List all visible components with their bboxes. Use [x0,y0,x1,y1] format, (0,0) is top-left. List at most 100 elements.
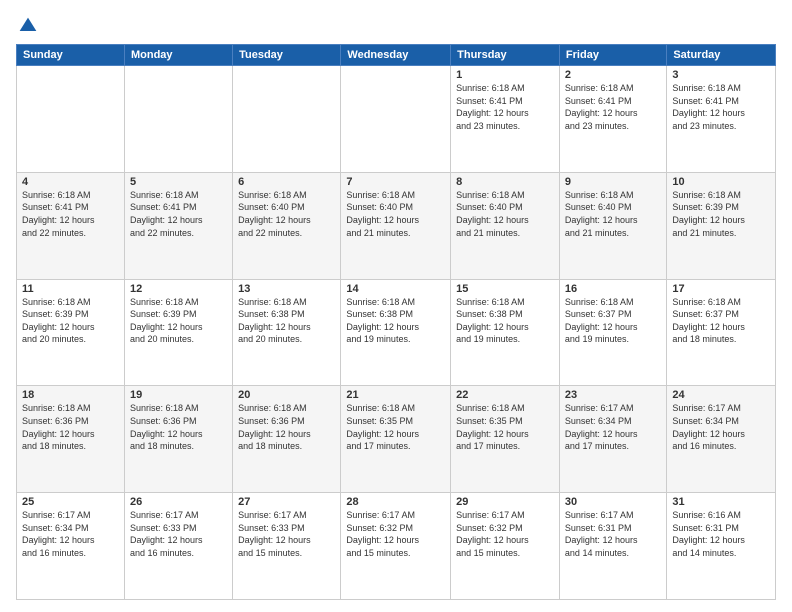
day-info: Sunrise: 6:18 AM Sunset: 6:37 PM Dayligh… [672,296,770,346]
day-info: Sunrise: 6:18 AM Sunset: 6:39 PM Dayligh… [130,296,227,346]
header-tuesday: Tuesday [233,45,341,66]
header-row: Sunday Monday Tuesday Wednesday Thursday… [17,45,776,66]
header-wednesday: Wednesday [341,45,451,66]
day-info: Sunrise: 6:18 AM Sunset: 6:35 PM Dayligh… [456,402,554,452]
day-number: 15 [456,283,554,295]
day-number: 12 [130,283,227,295]
day-number: 28 [346,496,445,508]
week-row-4: 18Sunrise: 6:18 AM Sunset: 6:36 PM Dayli… [17,386,776,493]
week-row-3: 11Sunrise: 6:18 AM Sunset: 6:39 PM Dayli… [17,279,776,386]
day-number: 18 [22,389,119,401]
day-cell: 6Sunrise: 6:18 AM Sunset: 6:40 PM Daylig… [233,172,341,279]
day-info: Sunrise: 6:17 AM Sunset: 6:32 PM Dayligh… [346,509,445,559]
week-row-2: 4Sunrise: 6:18 AM Sunset: 6:41 PM Daylig… [17,172,776,279]
day-number: 4 [22,176,119,188]
day-info: Sunrise: 6:18 AM Sunset: 6:40 PM Dayligh… [565,189,661,239]
day-number: 16 [565,283,661,295]
week-row-1: 1Sunrise: 6:18 AM Sunset: 6:41 PM Daylig… [17,66,776,173]
day-info: Sunrise: 6:17 AM Sunset: 6:34 PM Dayligh… [22,509,119,559]
day-cell: 15Sunrise: 6:18 AM Sunset: 6:38 PM Dayli… [451,279,560,386]
day-number: 6 [238,176,335,188]
day-info: Sunrise: 6:18 AM Sunset: 6:41 PM Dayligh… [22,189,119,239]
day-cell: 22Sunrise: 6:18 AM Sunset: 6:35 PM Dayli… [451,386,560,493]
day-info: Sunrise: 6:18 AM Sunset: 6:36 PM Dayligh… [22,402,119,452]
day-number: 8 [456,176,554,188]
day-number: 25 [22,496,119,508]
day-info: Sunrise: 6:18 AM Sunset: 6:40 PM Dayligh… [346,189,445,239]
header-monday: Monday [124,45,232,66]
day-cell: 8Sunrise: 6:18 AM Sunset: 6:40 PM Daylig… [451,172,560,279]
day-cell: 16Sunrise: 6:18 AM Sunset: 6:37 PM Dayli… [559,279,666,386]
day-number: 14 [346,283,445,295]
day-number: 20 [238,389,335,401]
header-saturday: Saturday [667,45,776,66]
day-info: Sunrise: 6:18 AM Sunset: 6:36 PM Dayligh… [130,402,227,452]
day-cell: 17Sunrise: 6:18 AM Sunset: 6:37 PM Dayli… [667,279,776,386]
day-cell: 7Sunrise: 6:18 AM Sunset: 6:40 PM Daylig… [341,172,451,279]
day-info: Sunrise: 6:18 AM Sunset: 6:39 PM Dayligh… [22,296,119,346]
day-number: 29 [456,496,554,508]
day-cell [233,66,341,173]
day-cell: 11Sunrise: 6:18 AM Sunset: 6:39 PM Dayli… [17,279,125,386]
day-info: Sunrise: 6:17 AM Sunset: 6:32 PM Dayligh… [456,509,554,559]
header-sunday: Sunday [17,45,125,66]
day-info: Sunrise: 6:18 AM Sunset: 6:40 PM Dayligh… [238,189,335,239]
day-info: Sunrise: 6:18 AM Sunset: 6:41 PM Dayligh… [672,82,770,132]
day-cell [124,66,232,173]
day-number: 31 [672,496,770,508]
day-number: 22 [456,389,554,401]
header [16,12,776,36]
calendar-table: Sunday Monday Tuesday Wednesday Thursday… [16,44,776,600]
day-number: 9 [565,176,661,188]
day-number: 19 [130,389,227,401]
day-cell: 12Sunrise: 6:18 AM Sunset: 6:39 PM Dayli… [124,279,232,386]
day-number: 7 [346,176,445,188]
day-cell: 31Sunrise: 6:16 AM Sunset: 6:31 PM Dayli… [667,493,776,600]
day-number: 26 [130,496,227,508]
day-number: 21 [346,389,445,401]
day-cell: 21Sunrise: 6:18 AM Sunset: 6:35 PM Dayli… [341,386,451,493]
day-info: Sunrise: 6:17 AM Sunset: 6:34 PM Dayligh… [672,402,770,452]
logo-icon [18,16,38,36]
day-info: Sunrise: 6:18 AM Sunset: 6:39 PM Dayligh… [672,189,770,239]
day-number: 27 [238,496,335,508]
day-number: 24 [672,389,770,401]
day-info: Sunrise: 6:17 AM Sunset: 6:33 PM Dayligh… [238,509,335,559]
day-cell: 3Sunrise: 6:18 AM Sunset: 6:41 PM Daylig… [667,66,776,173]
header-thursday: Thursday [451,45,560,66]
page: Sunday Monday Tuesday Wednesday Thursday… [0,0,792,612]
logo [16,16,38,36]
day-cell: 13Sunrise: 6:18 AM Sunset: 6:38 PM Dayli… [233,279,341,386]
day-cell: 26Sunrise: 6:17 AM Sunset: 6:33 PM Dayli… [124,493,232,600]
day-cell: 25Sunrise: 6:17 AM Sunset: 6:34 PM Dayli… [17,493,125,600]
day-info: Sunrise: 6:18 AM Sunset: 6:40 PM Dayligh… [456,189,554,239]
day-info: Sunrise: 6:17 AM Sunset: 6:31 PM Dayligh… [565,509,661,559]
day-info: Sunrise: 6:18 AM Sunset: 6:38 PM Dayligh… [346,296,445,346]
day-cell: 1Sunrise: 6:18 AM Sunset: 6:41 PM Daylig… [451,66,560,173]
day-number: 3 [672,69,770,81]
day-cell: 5Sunrise: 6:18 AM Sunset: 6:41 PM Daylig… [124,172,232,279]
day-number: 5 [130,176,227,188]
day-info: Sunrise: 6:17 AM Sunset: 6:34 PM Dayligh… [565,402,661,452]
day-info: Sunrise: 6:16 AM Sunset: 6:31 PM Dayligh… [672,509,770,559]
day-cell: 23Sunrise: 6:17 AM Sunset: 6:34 PM Dayli… [559,386,666,493]
day-cell [17,66,125,173]
day-info: Sunrise: 6:18 AM Sunset: 6:41 PM Dayligh… [565,82,661,132]
day-number: 23 [565,389,661,401]
day-info: Sunrise: 6:18 AM Sunset: 6:38 PM Dayligh… [238,296,335,346]
header-friday: Friday [559,45,666,66]
day-cell: 30Sunrise: 6:17 AM Sunset: 6:31 PM Dayli… [559,493,666,600]
day-cell: 2Sunrise: 6:18 AM Sunset: 6:41 PM Daylig… [559,66,666,173]
day-number: 30 [565,496,661,508]
calendar: Sunday Monday Tuesday Wednesday Thursday… [16,44,776,600]
day-info: Sunrise: 6:18 AM Sunset: 6:35 PM Dayligh… [346,402,445,452]
day-cell: 24Sunrise: 6:17 AM Sunset: 6:34 PM Dayli… [667,386,776,493]
day-info: Sunrise: 6:18 AM Sunset: 6:41 PM Dayligh… [456,82,554,132]
day-cell: 28Sunrise: 6:17 AM Sunset: 6:32 PM Dayli… [341,493,451,600]
day-number: 11 [22,283,119,295]
day-cell: 19Sunrise: 6:18 AM Sunset: 6:36 PM Dayli… [124,386,232,493]
day-number: 10 [672,176,770,188]
day-cell [341,66,451,173]
day-cell: 20Sunrise: 6:18 AM Sunset: 6:36 PM Dayli… [233,386,341,493]
day-number: 13 [238,283,335,295]
